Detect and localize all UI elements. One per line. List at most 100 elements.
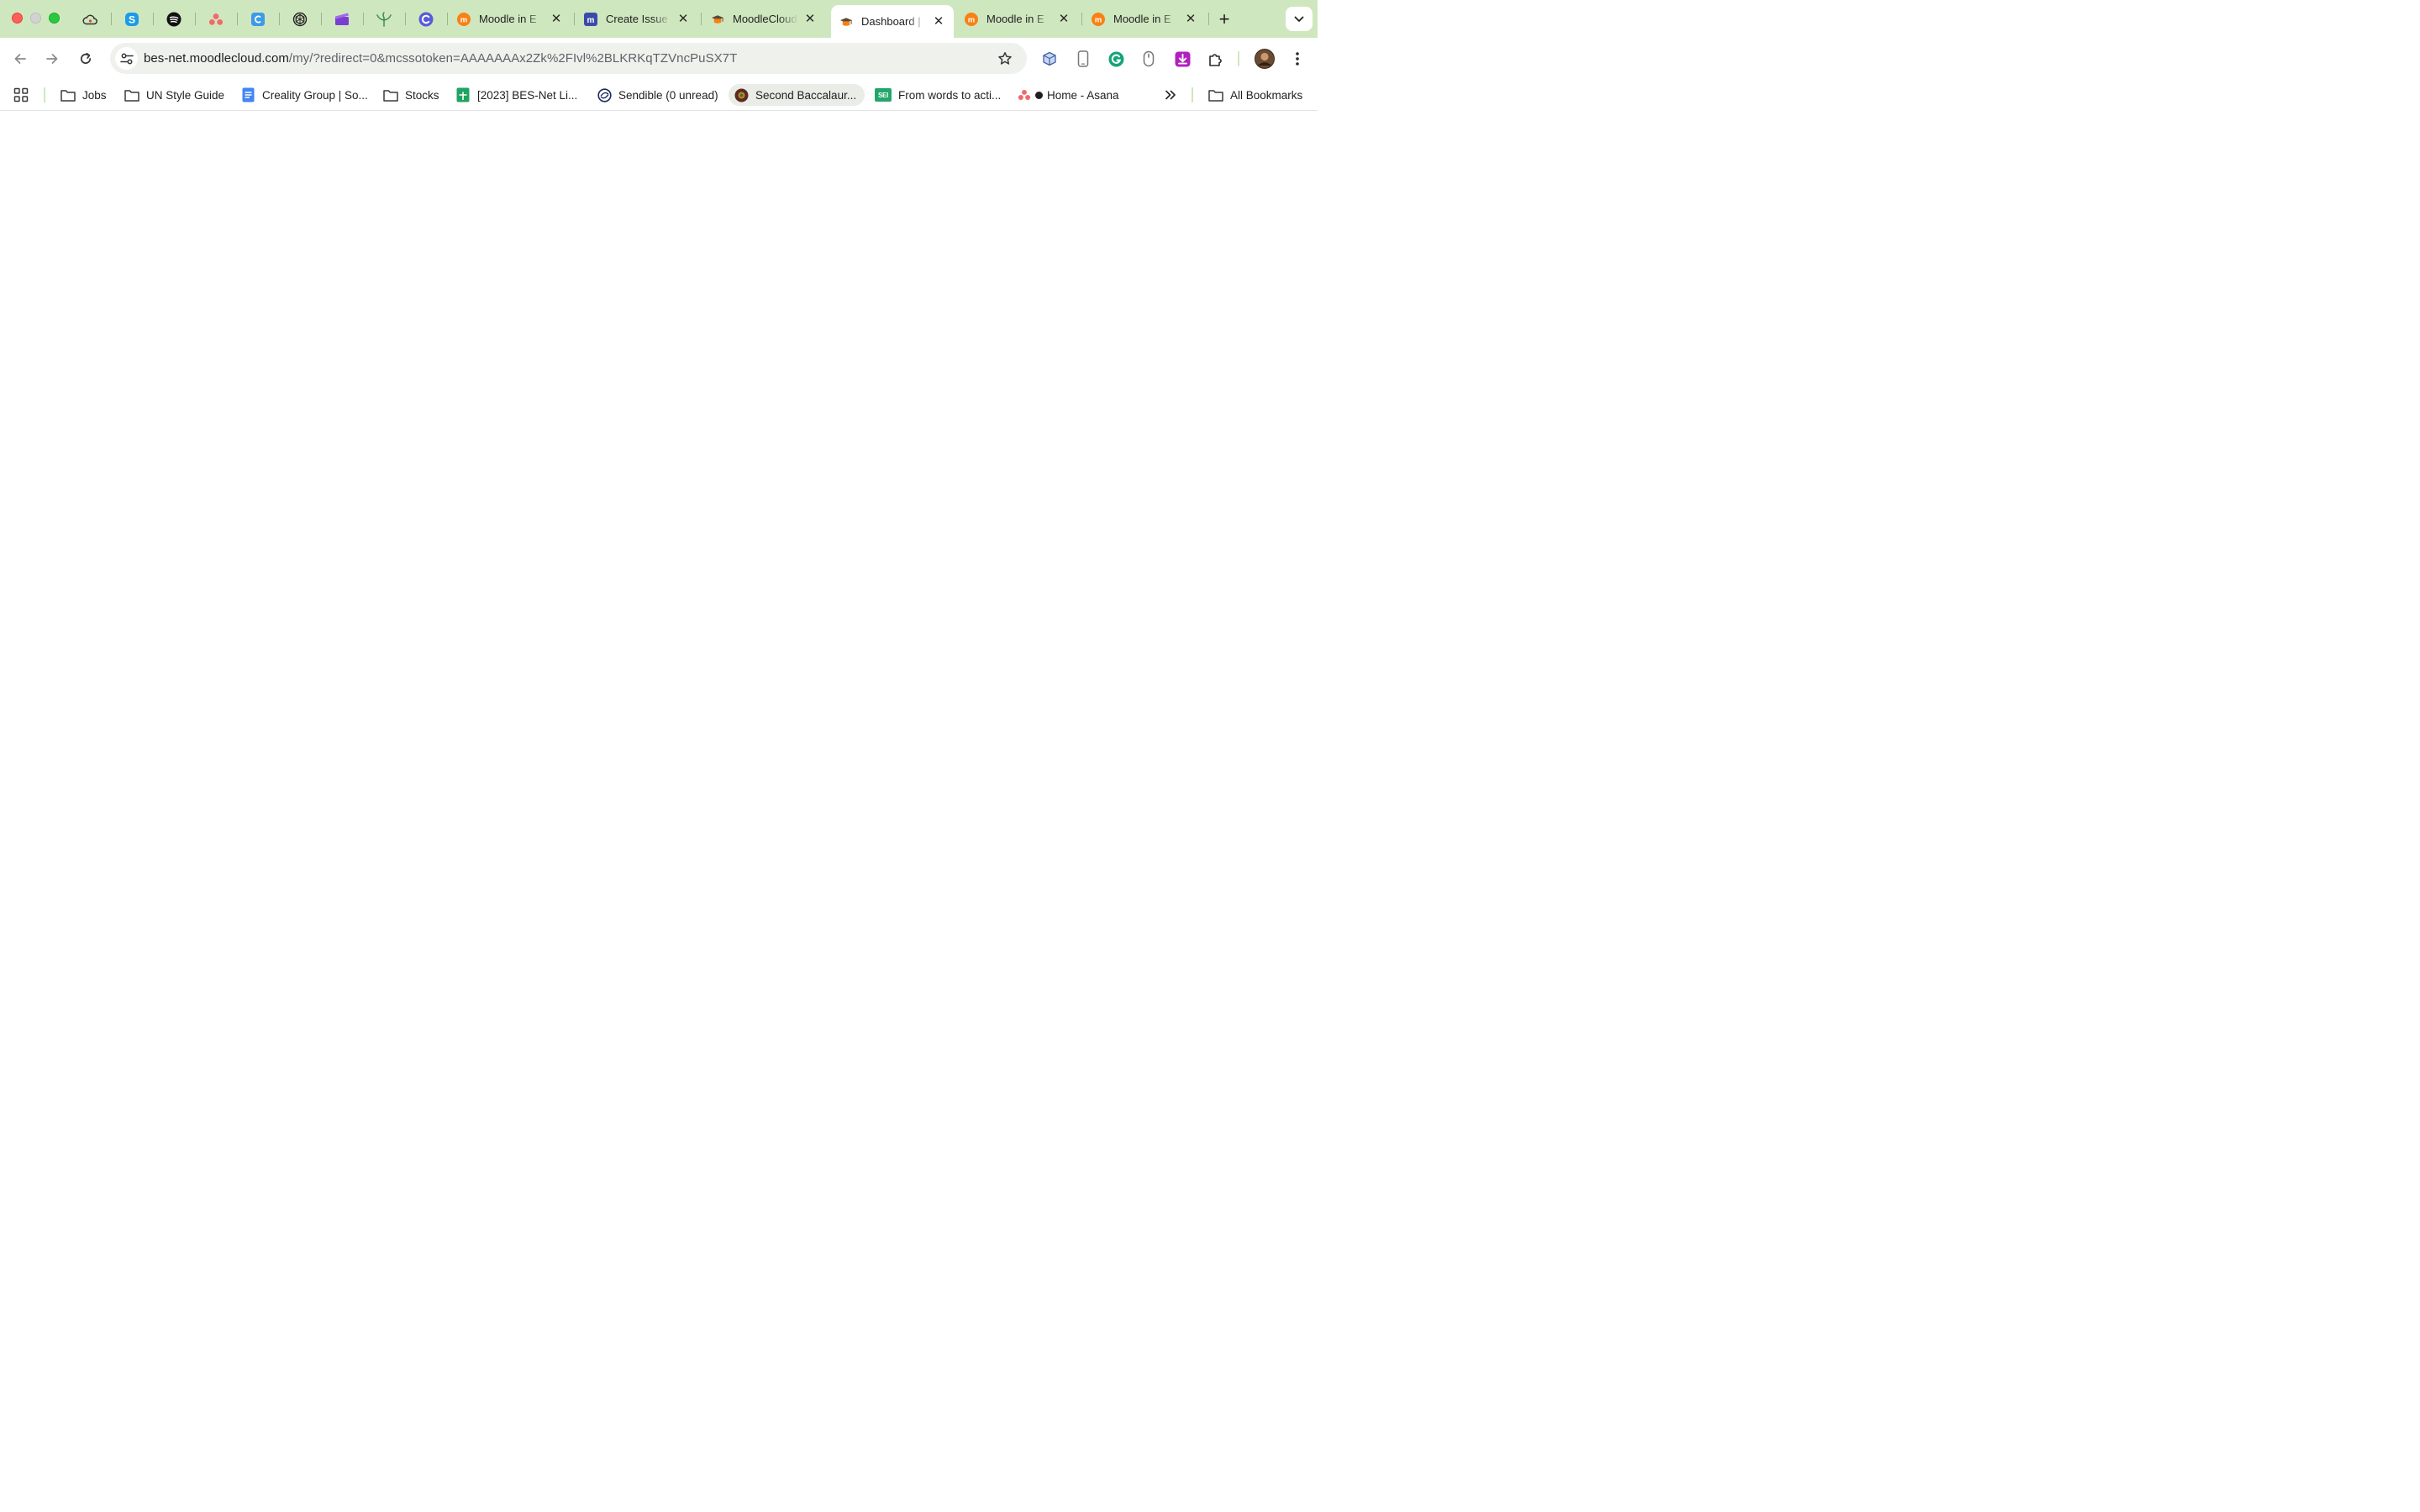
tab-moodle-in-e-3[interactable]: m Moodle in E ✕ — [1083, 7, 1206, 31]
back-arrow-icon — [14, 54, 26, 64]
svg-text:m: m — [460, 15, 467, 24]
forward-arrow-icon — [46, 54, 58, 64]
close-icon[interactable]: ✕ — [932, 15, 945, 29]
url-host: bes-net.moodlecloud.com — [144, 51, 289, 66]
globe-favicon-icon — [734, 88, 748, 102]
tab-separator — [1081, 13, 1082, 25]
tab-separator — [153, 13, 154, 25]
bookmark-bes-net-list[interactable]: [2023] BES-Net Li... — [450, 84, 582, 106]
bookmark-un-style-guide[interactable]: UN Style Guide — [119, 84, 229, 106]
url-path: /my/?redirect=0&mcssotoken=AAAAAAAx2Zk%2… — [288, 51, 738, 66]
bookmark-label: [2023] BES-Net Li... — [477, 88, 578, 102]
tab-moodle-in-e-2[interactable]: m Moodle in E ✕ — [956, 7, 1079, 31]
moodle-orange-icon: m — [965, 12, 978, 26]
bookmark-from-words-to-action[interactable]: SEI From words to acti... — [870, 84, 1006, 106]
pinned-tab-circle-c[interactable] — [408, 7, 444, 31]
svg-text:m: m — [587, 16, 595, 25]
moodle-tracker-icon: m — [584, 12, 597, 26]
window-close-button[interactable] — [12, 13, 23, 24]
url-text[interactable]: bes-net.moodlecloud.com/my/?redirect=0&m… — [144, 51, 737, 66]
tab-separator — [363, 13, 364, 25]
tab-search-button[interactable] — [1286, 7, 1313, 31]
bookmarks-separator — [1192, 87, 1193, 102]
reload-button[interactable] — [72, 45, 99, 72]
all-bookmarks-button[interactable]: All Bookmarks — [1203, 84, 1307, 106]
tab-separator — [111, 13, 112, 25]
pinned-tab-skype[interactable]: S — [114, 7, 150, 31]
pinned-tab-chatgpt[interactable] — [282, 7, 318, 31]
moodle-hat-icon — [711, 14, 724, 24]
close-icon[interactable]: ✕ — [676, 13, 690, 26]
close-icon[interactable]: ✕ — [1057, 13, 1071, 26]
folder-icon — [124, 89, 139, 102]
pinned-tab-spotify[interactable] — [156, 7, 192, 31]
close-icon[interactable]: ✕ — [1184, 13, 1197, 26]
pinned-tab-clapper[interactable] — [324, 7, 360, 31]
tab-title: Moodle in E — [479, 13, 537, 25]
bookmarks-separator — [44, 87, 45, 102]
google-sheets-icon — [456, 87, 470, 102]
tab-separator — [574, 13, 575, 25]
tab-separator — [1208, 13, 1209, 25]
avatar — [1255, 49, 1275, 69]
tab-title: Create Issue — [606, 13, 668, 25]
bookmark-label: All Bookmarks — [1230, 88, 1303, 102]
chatgpt-icon — [292, 12, 308, 26]
bookmark-label: UN Style Guide — [146, 88, 225, 102]
address-bar[interactable]: bes-net.moodlecloud.com/my/?redirect=0&m… — [110, 43, 1027, 74]
extension-cube[interactable] — [1039, 49, 1060, 69]
google-docs-icon — [242, 87, 254, 102]
tab-create-issue[interactable]: m Create Issue ✕ — [576, 7, 698, 31]
tab-moodlecloud[interactable]: MoodleCloud ✕ — [702, 7, 825, 31]
apps-button[interactable] — [10, 84, 32, 106]
tab-strip: S m Moodle in E ✕ m Create Issue ✕ Moodl… — [0, 0, 1318, 38]
bookmark-creality-group[interactable]: Creality Group | So... — [235, 84, 373, 106]
bookmarks-overflow-button[interactable] — [1161, 84, 1180, 106]
pinned-tab-asana[interactable] — [198, 7, 234, 31]
pinned-tab-calendar[interactable] — [240, 7, 276, 31]
bookmark-label: From words to acti... — [898, 88, 1002, 102]
close-icon[interactable]: ✕ — [803, 13, 817, 26]
extension-phone[interactable] — [1073, 49, 1093, 69]
profile-button[interactable] — [1254, 48, 1276, 70]
extensions-menu-button[interactable] — [1205, 49, 1225, 69]
extension-download[interactable] — [1172, 49, 1192, 69]
toolbar-separator — [1238, 51, 1239, 66]
bookmark-sendible[interactable]: Sendible (0 unread) — [592, 84, 723, 106]
star-icon — [998, 52, 1012, 65]
clapper-icon — [335, 13, 349, 25]
bookmark-second-baccalaureate[interactable]: Second Baccalaur... — [729, 84, 865, 106]
tab-title: Moodle in E — [986, 13, 1044, 25]
bookmark-jobs[interactable]: Jobs — [55, 84, 112, 106]
bookmark-stocks[interactable]: Stocks — [378, 84, 445, 106]
tab-dashboard-active[interactable]: Dashboard | ✕ — [831, 5, 954, 38]
pinned-tab-cloud[interactable] — [72, 7, 108, 31]
phone-extension-icon — [1077, 50, 1089, 67]
bookmark-home-asana[interactable]: Home - Asana — [1012, 84, 1124, 106]
close-icon[interactable]: ✕ — [550, 13, 563, 26]
bookmark-star-button[interactable] — [997, 50, 1013, 67]
asana-icon — [208, 13, 224, 25]
window-maximize-button[interactable] — [49, 13, 60, 24]
new-tab-button[interactable]: + — [1213, 8, 1236, 31]
browser-menu-button[interactable] — [1287, 49, 1307, 69]
back-button[interactable] — [7, 45, 34, 72]
moodle-orange-icon: m — [457, 12, 471, 26]
forward-button[interactable] — [39, 45, 66, 72]
sei-icon: SEI — [875, 88, 892, 102]
reload-icon — [80, 52, 92, 65]
sprout-icon — [376, 11, 392, 27]
extension-grammarly[interactable] — [1106, 49, 1126, 69]
spotify-icon — [166, 12, 182, 26]
grammarly-icon — [1108, 51, 1123, 66]
tab-title: Dashboard | — [861, 15, 921, 28]
bookmark-label: Second Baccalaur... — [755, 88, 857, 102]
tab-separator — [405, 13, 406, 25]
window-minimize-button[interactable] — [30, 13, 41, 24]
tab-moodle-in-e-1[interactable]: m Moodle in E ✕ — [449, 7, 571, 31]
pinned-tab-sprout[interactable] — [366, 7, 402, 31]
tune-icon — [119, 53, 134, 64]
site-info-button[interactable] — [115, 47, 138, 70]
extension-mouse[interactable] — [1139, 49, 1159, 69]
tab-separator — [195, 13, 196, 25]
